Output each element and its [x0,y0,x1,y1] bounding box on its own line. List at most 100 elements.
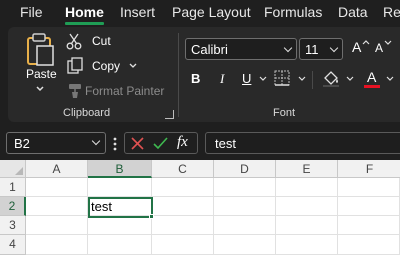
cell-a3[interactable] [26,216,88,235]
cell-e1[interactable] [276,178,338,197]
cell-f4[interactable] [338,235,400,255]
active-tab-indicator [65,22,104,25]
cell-f3[interactable] [338,216,400,235]
copy-icon [67,57,83,74]
font-color-icon: A [367,69,377,85]
spreadsheet-grid: A B C D E F 1 2 3 4 test [0,160,400,255]
chevron-down-icon[interactable] [259,76,267,82]
cell-e4[interactable] [276,235,338,255]
column-header-a[interactable]: A [26,160,88,178]
cell-c4[interactable] [152,235,214,255]
active-cell-border [88,197,153,218]
cell-e3[interactable] [276,216,338,235]
font-size-select[interactable]: 11 [299,38,343,60]
cell-f1[interactable] [338,178,400,197]
column-header-c[interactable]: C [152,160,214,178]
cell-b4[interactable] [88,235,152,255]
font-name-value: Calibri [191,42,228,57]
cell-d4[interactable] [214,235,276,255]
name-box-value: B2 [14,136,30,151]
cell-c1[interactable] [152,178,214,197]
fill-handle[interactable] [149,214,154,219]
chevron-down-icon [129,63,137,68]
formula-input[interactable]: test [205,132,400,154]
name-box[interactable]: B2 [6,132,106,154]
chevron-down-icon [386,76,394,81]
borders-button[interactable] [274,70,310,88]
row-header-3[interactable]: 3 [0,216,26,235]
tab-formulas[interactable]: Formulas [264,4,322,20]
borders-icon [274,70,290,86]
formula-value: test [215,136,236,151]
cut-button[interactable]: Cut [66,32,146,50]
ribbon: Paste Cut Copy Format Painter Clipboard [8,27,400,122]
cell-d2[interactable] [214,197,276,216]
bold-button[interactable]: B [191,71,200,86]
font-group-label: Font [273,107,296,119]
fill-color-button[interactable] [322,69,358,89]
column-header-b[interactable]: B [88,160,152,178]
tab-insert[interactable]: Insert [120,4,155,20]
cell-d1[interactable] [214,178,276,197]
cancel-icon[interactable] [131,137,144,150]
copy-button[interactable]: Copy [66,57,146,75]
insert-function-button[interactable]: fx [177,134,188,151]
select-all-button[interactable] [0,160,26,178]
enter-checkmark-icon[interactable] [153,137,168,150]
font-color-swatch [364,85,380,88]
font-color-button[interactable]: A [364,69,400,89]
formula-buttons: fx [124,132,198,154]
cell-e2[interactable] [276,197,338,216]
cell-b3[interactable] [88,216,152,235]
increase-font-size-button[interactable]: A [351,39,371,59]
column-header-d[interactable]: D [214,160,276,178]
cell-c3[interactable] [152,216,214,235]
row-header-4[interactable]: 4 [0,235,26,255]
format-painter-button[interactable]: Format Painter [66,82,176,100]
formula-bar: B2 fx test [0,127,400,159]
caret-down-icon [384,40,392,45]
font-size-value: 11 [305,42,319,57]
chevron-down-icon [283,43,293,53]
font-name-select[interactable]: Calibri [185,38,297,60]
cell-f2[interactable] [338,197,400,216]
clipboard-group-label: Clipboard [63,107,111,119]
chevron-down-icon [346,76,354,81]
cell-d3[interactable] [214,216,276,235]
italic-button[interactable]: I [220,71,224,87]
increase-font-size-icon: A [352,39,362,55]
scissors-icon [66,33,82,50]
caret-up-icon [362,40,370,45]
column-header-e[interactable]: E [276,160,338,178]
tab-file[interactable]: File [20,4,43,20]
paste-button[interactable] [22,32,62,92]
ribbon-divider [178,33,179,117]
cell-a2[interactable] [26,197,88,216]
chevron-down-icon [298,76,306,81]
tab-review[interactable]: Re [383,4,400,20]
tab-data[interactable]: Data [338,4,368,20]
paste-label: Paste [26,67,57,81]
decrease-font-size-icon: A [375,41,384,55]
ribbon-divider [312,71,313,89]
paste-icon [27,33,54,92]
decrease-font-size-button[interactable]: A [374,39,394,59]
cut-label: Cut [92,34,111,48]
cell-c2[interactable] [152,197,214,216]
clipboard-dialog-launcher-icon[interactable] [165,110,174,119]
more-options-icon[interactable] [113,137,117,151]
column-header-f[interactable]: F [338,160,400,178]
tab-page-layout[interactable]: Page Layout [172,4,251,20]
row-header-1[interactable]: 1 [0,178,26,197]
cell-a1[interactable] [26,178,88,197]
chevron-down-icon [91,136,101,146]
cell-b1[interactable] [88,178,152,197]
ribbon-tab-bar: File Home Insert Page Layout Formulas Da… [0,0,400,25]
paintbrush-icon [69,84,81,98]
cell-a4[interactable] [26,235,88,255]
paint-bucket-icon [323,71,339,87]
chevron-down-icon [329,43,339,53]
tab-home[interactable]: Home [65,4,104,20]
underline-button[interactable]: U [242,71,251,86]
row-header-2[interactable]: 2 [0,197,26,216]
